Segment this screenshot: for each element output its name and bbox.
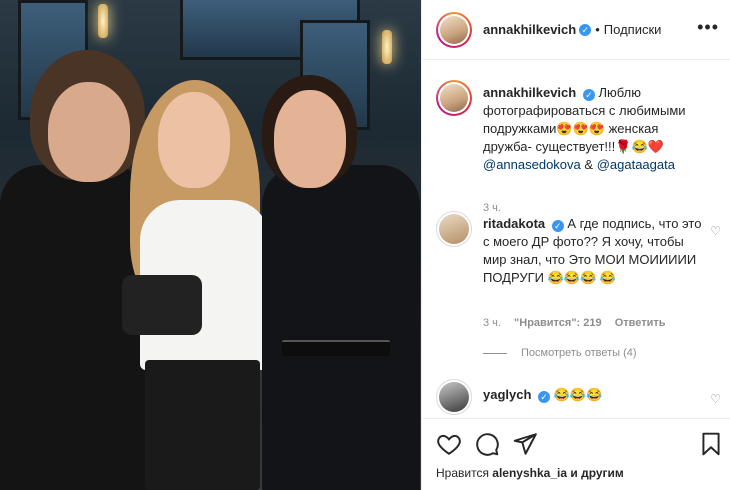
comment-emoji: 😂😂😂 😂 — [547, 270, 616, 285]
caption-author-avatar[interactable] — [436, 80, 472, 116]
comment-emoji: 😂😂😂 — [553, 387, 603, 402]
person-right-belt — [282, 340, 390, 356]
comment-item: yaglych ✓ 😂😂😂 ♡ — [436, 379, 721, 418]
follow-status-button[interactable]: Подписки — [604, 22, 662, 37]
caption-emoji-2: 🌹😂❤️ — [615, 139, 664, 154]
comment-like-heart-icon[interactable]: ♡ — [710, 392, 721, 406]
more-horizontal-icon[interactable]: ••• — [697, 18, 719, 36]
mention-link[interactable]: @annasedokova — [483, 157, 581, 172]
save-bookmark-icon[interactable] — [698, 431, 724, 457]
comment-author-username[interactable]: yaglych — [483, 387, 531, 402]
caption-author-username[interactable]: annakhilkevich — [483, 85, 576, 100]
verified-icon: ✓ — [579, 23, 592, 36]
liked-by-user[interactable]: alenyshka_ia — [492, 466, 567, 480]
likes-others[interactable]: и другим — [570, 466, 623, 480]
person-right-jacket — [262, 165, 420, 490]
comments-list[interactable]: annakhilkevich ✓ Люблю фотографироваться… — [422, 61, 730, 418]
replies-line — [483, 352, 507, 354]
author-username[interactable]: annakhilkevich — [483, 22, 576, 37]
post-photo[interactable] — [0, 0, 421, 490]
caption: annakhilkevich ✓ Люблю фотографироваться… — [436, 80, 721, 230]
likes-summary: Нравится alenyshka_ia и другим — [436, 466, 624, 480]
ceiling-light — [382, 30, 392, 64]
post-header: annakhilkevich ✓ • Подписки ••• — [422, 0, 730, 60]
belt-bag — [122, 275, 202, 335]
comment-icon[interactable] — [474, 431, 500, 457]
person-middle-pants — [145, 360, 260, 490]
post-side-panel: annakhilkevich ✓ • Подписки ••• annakhil… — [421, 0, 730, 490]
view-replies-button[interactable]: Посмотреть ответы (4) — [483, 347, 637, 359]
comment-author-avatar[interactable] — [436, 211, 472, 247]
comment-timestamp[interactable]: 3 ч. — [483, 317, 501, 329]
comment-author-avatar[interactable] — [436, 379, 472, 415]
comment-like-heart-icon[interactable]: ♡ — [710, 224, 721, 238]
mention-separator: & — [584, 157, 594, 172]
caption-emoji: 😍😍😍 — [556, 121, 605, 136]
likes-prefix: Нравится — [436, 466, 489, 480]
like-heart-icon[interactable] — [436, 431, 462, 457]
comment-author-username[interactable]: ritadakota — [483, 216, 545, 231]
post-actions: Нравится alenyshka_ia и другим — [422, 418, 730, 490]
person-right-face — [274, 90, 346, 188]
comment-item: ritadakota ✓ А где подпись, что это с мо… — [436, 211, 721, 361]
mention-link[interactable]: @agataagata — [597, 157, 675, 172]
view-replies-label: Посмотреть ответы (4) — [521, 347, 637, 359]
share-paper-plane-icon[interactable] — [512, 431, 538, 457]
person-middle-face — [158, 92, 230, 188]
author-avatar[interactable] — [436, 11, 472, 48]
verified-icon: ✓ — [582, 89, 595, 101]
person-left-face — [48, 82, 130, 182]
ceiling-light — [98, 4, 108, 38]
separator-dot: • — [595, 22, 600, 37]
verified-icon: ✓ — [538, 391, 551, 403]
comment-likes-count[interactable]: "Нравится": 219 — [514, 317, 602, 329]
reply-button[interactable]: Ответить — [615, 317, 666, 329]
verified-icon: ✓ — [551, 220, 564, 232]
